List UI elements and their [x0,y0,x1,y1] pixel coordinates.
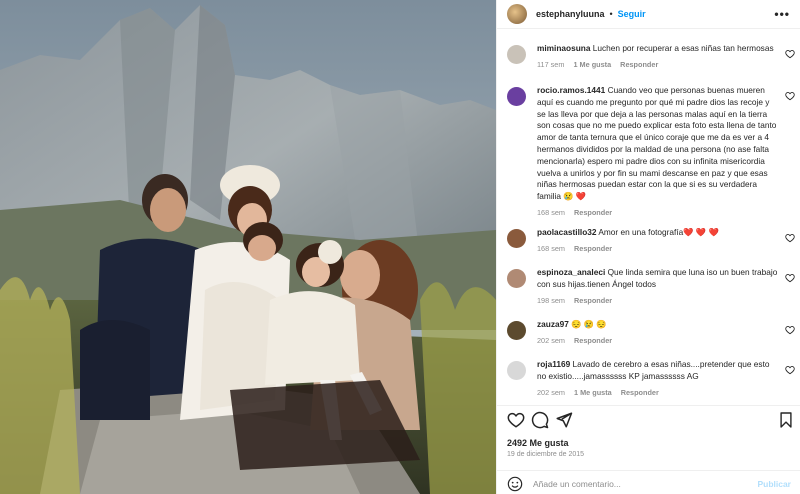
family-photo-image [0,0,496,494]
comment-heart-icon[interactable] [785,273,795,283]
comment-text: Lavado de cerebro a esas niñas....preten… [537,359,770,381]
comment-avatar[interactable] [507,87,526,106]
separator-dot: • [609,9,613,19]
comment-item: roja1169 Lavado de cerebro a esas niñas.… [507,359,797,397]
comment-meta: 198 sem Responder [537,296,797,305]
comment-text: 😔 😢 😔 [571,319,607,329]
post-actions [497,405,800,435]
comment-username[interactable]: miminaosuna [537,43,590,53]
comment-body: roja1169 Lavado de cerebro a esas niñas.… [537,359,779,383]
comment-meta: 202 sem Responder [537,336,797,345]
post-panel: estephanyluuna • Seguir ••• miminaosuna … [496,0,800,494]
reply-button[interactable]: Responder [574,208,612,217]
post-header: estephanyluuna • Seguir ••• [497,1,800,27]
comment-heart-icon[interactable] [785,49,795,59]
comment-age: 117 sem [537,59,565,69]
comment-body: rocio.ramos.1441 Cuando veo que personas… [537,85,779,203]
comment-body: espinoza_analeci Que linda semira que lu… [537,267,779,291]
comment-body: paolacastillo32 Amor en una fotografía❤️… [537,227,779,239]
comment-likes[interactable]: 1 Me gusta [574,388,612,397]
header-divider [497,28,800,29]
reply-button[interactable]: Responder [621,388,659,397]
reply-button[interactable]: Responder [574,336,612,345]
comment-avatar[interactable] [507,45,526,64]
comment-body: zauza97 😔 😢 😔 [537,319,779,331]
comment-heart-icon[interactable] [785,233,795,243]
comment-heart-icon[interactable] [785,325,795,335]
author-avatar[interactable] [507,4,527,24]
follow-button[interactable]: Seguir [618,9,646,19]
comment-avatar[interactable] [507,321,526,340]
post-date: 19 de diciembre de 2015 [507,451,585,458]
bookmark-icon[interactable] [779,411,793,429]
comment-item: miminaosuna Luchen por recuperar a esas … [507,43,797,69]
comment-meta: 168 sem Responder [537,244,797,253]
comment-text: Cuando veo que personas buenas mueren aq… [537,85,777,202]
publish-button[interactable]: Publicar [757,479,791,489]
comment-meta: 117 sem 1 Me gusta Responder [537,60,797,69]
post-photo[interactable] [0,0,496,494]
comment-text: Luchen por recuperar a esas niñas tan he… [592,43,774,53]
comment-likes[interactable]: 1 Me gusta [573,60,611,69]
comment-icon[interactable] [531,411,549,429]
comments-list[interactable]: miminaosuna Luchen por recuperar a esas … [497,35,800,405]
comment-text: Amor en una fotografía❤️ ❤️ ❤️ [598,227,719,237]
comment-avatar[interactable] [507,269,526,288]
reply-button[interactable]: Responder [574,296,612,305]
comment-avatar[interactable] [507,361,526,380]
comment-username[interactable]: roja1169 [537,359,570,369]
comment-input[interactable] [533,479,743,489]
comment-age: 168 sem [537,207,565,217]
comment-meta: 202 sem 1 Me gusta Responder [537,388,797,397]
author-username[interactable]: estephanyluuna [536,9,605,19]
reply-button[interactable]: Responder [620,60,658,69]
reply-button[interactable]: Responder [574,244,612,253]
comment-item: zauza97 😔 😢 😔 202 sem Responder [507,319,797,345]
heart-icon[interactable] [507,411,525,429]
comment-username[interactable]: rocio.ramos.1441 [537,85,605,95]
comment-username[interactable]: paolacastillo32 [537,227,597,237]
comment-heart-icon[interactable] [785,365,795,375]
more-options-icon[interactable]: ••• [774,7,790,21]
likes-count[interactable]: 2492 Me gusta [507,438,569,448]
comment-heart-icon[interactable] [785,91,795,101]
comment-username[interactable]: espinoza_analeci [537,267,605,277]
comment-username[interactable]: zauza97 [537,319,569,329]
comment-meta: 168 sem Responder [537,208,797,217]
emoji-icon[interactable] [507,476,523,492]
comment-item: paolacastillo32 Amor en una fotografía❤️… [507,227,797,253]
comment-item: rocio.ramos.1441 Cuando veo que personas… [507,85,797,217]
comment-age: 202 sem [537,335,565,345]
comment-item: espinoza_analeci Que linda semira que lu… [507,267,797,305]
comment-age: 202 sem [537,387,565,397]
add-comment-bar: Publicar [497,474,800,494]
share-icon[interactable] [555,411,573,429]
comment-age: 198 sem [537,295,565,305]
comment-age: 168 sem [537,243,565,253]
comment-avatar[interactable] [507,229,526,248]
comment-box-divider [497,470,800,471]
comment-body: miminaosuna Luchen por recuperar a esas … [537,43,779,55]
